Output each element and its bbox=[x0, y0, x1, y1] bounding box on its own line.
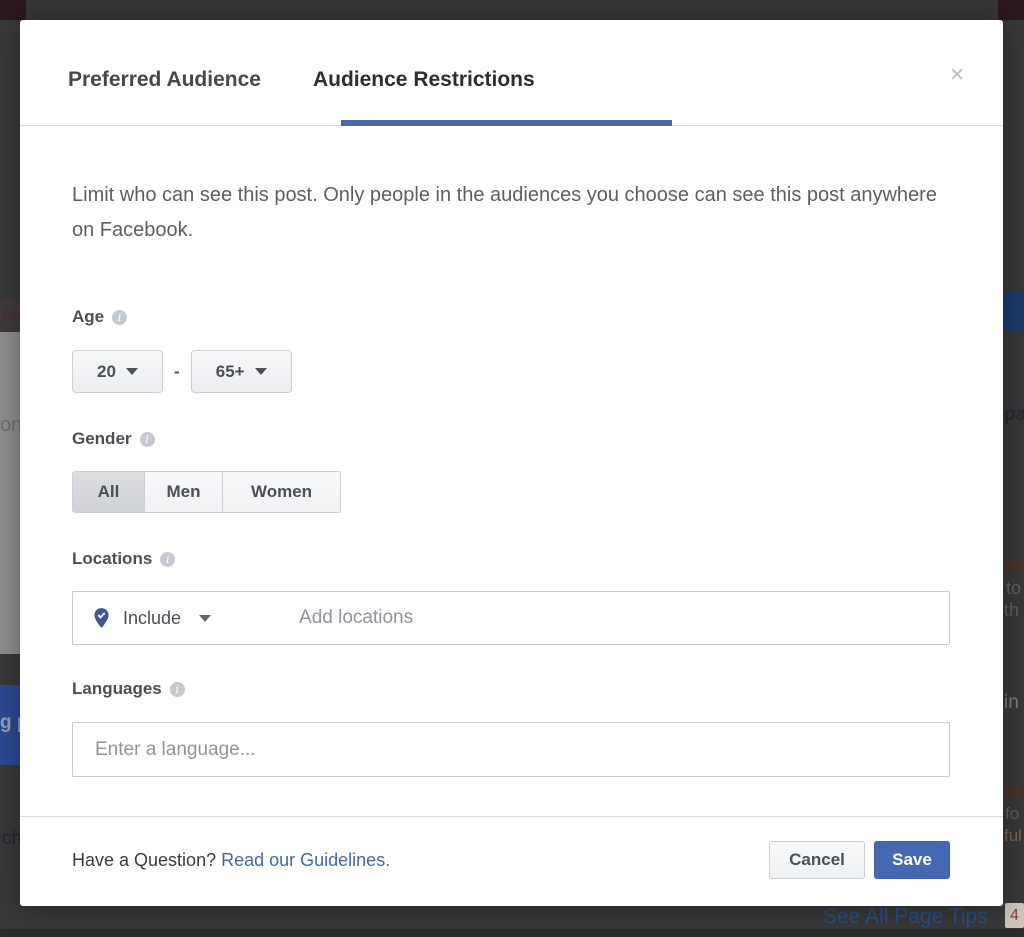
locations-input[interactable] bbox=[299, 592, 949, 644]
locations-section: Locations i Include bbox=[72, 549, 950, 645]
age-min-value: 20 bbox=[97, 362, 116, 382]
languages-input[interactable] bbox=[72, 722, 950, 777]
chevron-down-icon bbox=[199, 615, 211, 622]
dialog-description: Limit who can see this post. Only people… bbox=[72, 178, 952, 248]
age-min-dropdown[interactable]: 20 bbox=[72, 350, 163, 393]
gender-segmented-control: All Men Women bbox=[72, 471, 341, 513]
age-section: Age i 20 - 65+ bbox=[72, 307, 950, 393]
background-cover-corner-right bbox=[998, 0, 1024, 20]
info-icon[interactable]: i bbox=[112, 310, 127, 325]
dialog-tab-bar: Preferred Audience Audience Restrictions… bbox=[20, 20, 1003, 126]
chevron-down-icon bbox=[255, 368, 267, 375]
background-text-fragment: fo bbox=[1005, 804, 1019, 824]
age-max-value: 65+ bbox=[216, 362, 245, 382]
info-icon[interactable]: i bbox=[170, 682, 185, 697]
languages-label: Languages bbox=[72, 679, 162, 699]
cancel-button[interactable]: Cancel bbox=[769, 841, 865, 879]
background-text-fragment: th bbox=[1004, 600, 1019, 621]
age-range-separator: - bbox=[174, 362, 180, 382]
gender-option-men[interactable]: Men bbox=[145, 471, 223, 513]
save-button[interactable]: Save bbox=[874, 841, 950, 879]
dialog-body: Limit who can see this post. Only people… bbox=[20, 178, 1003, 879]
chevron-down-icon bbox=[126, 368, 138, 375]
tab-audience-restrictions[interactable]: Audience Restrictions bbox=[313, 68, 535, 92]
age-label: Age bbox=[72, 307, 104, 327]
footer-help-text: Have a Question? Read our Guidelines. bbox=[72, 850, 390, 871]
location-pin-icon bbox=[93, 607, 110, 629]
background-text-fragment: sts bbox=[1003, 782, 1024, 802]
background-text-fragment: on bbox=[0, 414, 22, 437]
footer-question-text: Have a Question? bbox=[72, 850, 221, 870]
background-bottom-divider bbox=[0, 929, 1024, 937]
locations-mode-value: Include bbox=[123, 608, 181, 629]
tab-preferred-audience[interactable]: Preferred Audience bbox=[68, 68, 261, 92]
background-text-fragment: pa bbox=[1004, 404, 1024, 426]
guidelines-link[interactable]: Read our Guidelines. bbox=[221, 850, 390, 870]
locations-mode-dropdown[interactable]: Include bbox=[93, 607, 211, 629]
languages-section: Languages i bbox=[72, 679, 950, 777]
see-all-page-tips-link: See All Page Tips bbox=[823, 905, 988, 929]
background-right-strip bbox=[1003, 20, 1024, 905]
dialog-footer: Have a Question? Read our Guidelines. Ca… bbox=[72, 817, 950, 879]
gender-section: Gender i All Men Women bbox=[72, 429, 950, 513]
info-icon[interactable]: i bbox=[160, 552, 175, 567]
info-icon[interactable]: i bbox=[140, 432, 155, 447]
background-text-fragment: ful bbox=[1004, 826, 1022, 846]
background-top-bar bbox=[0, 0, 1024, 20]
audience-restrictions-dialog: Preferred Audience Audience Restrictions… bbox=[20, 20, 1003, 906]
locations-label: Locations bbox=[72, 549, 152, 569]
age-max-dropdown[interactable]: 65+ bbox=[191, 350, 292, 393]
background-blue-box-fragment bbox=[1003, 292, 1024, 332]
background-text-fragment: on bbox=[1004, 555, 1024, 576]
gender-option-women[interactable]: Women bbox=[223, 471, 341, 513]
background-left-panel bbox=[0, 332, 20, 654]
background-text-fragment: in bbox=[1004, 692, 1019, 714]
close-icon[interactable]: ✕ bbox=[949, 66, 965, 85]
background-cover-corner-left bbox=[0, 0, 26, 20]
page-tips-count-badge: 4 bbox=[1005, 903, 1024, 928]
gender-label: Gender bbox=[72, 429, 132, 449]
active-tab-underline bbox=[341, 120, 672, 126]
gender-option-all[interactable]: All bbox=[72, 471, 145, 513]
background-text-fragment: to bbox=[1006, 578, 1021, 599]
locations-input-container: Include bbox=[72, 591, 950, 645]
